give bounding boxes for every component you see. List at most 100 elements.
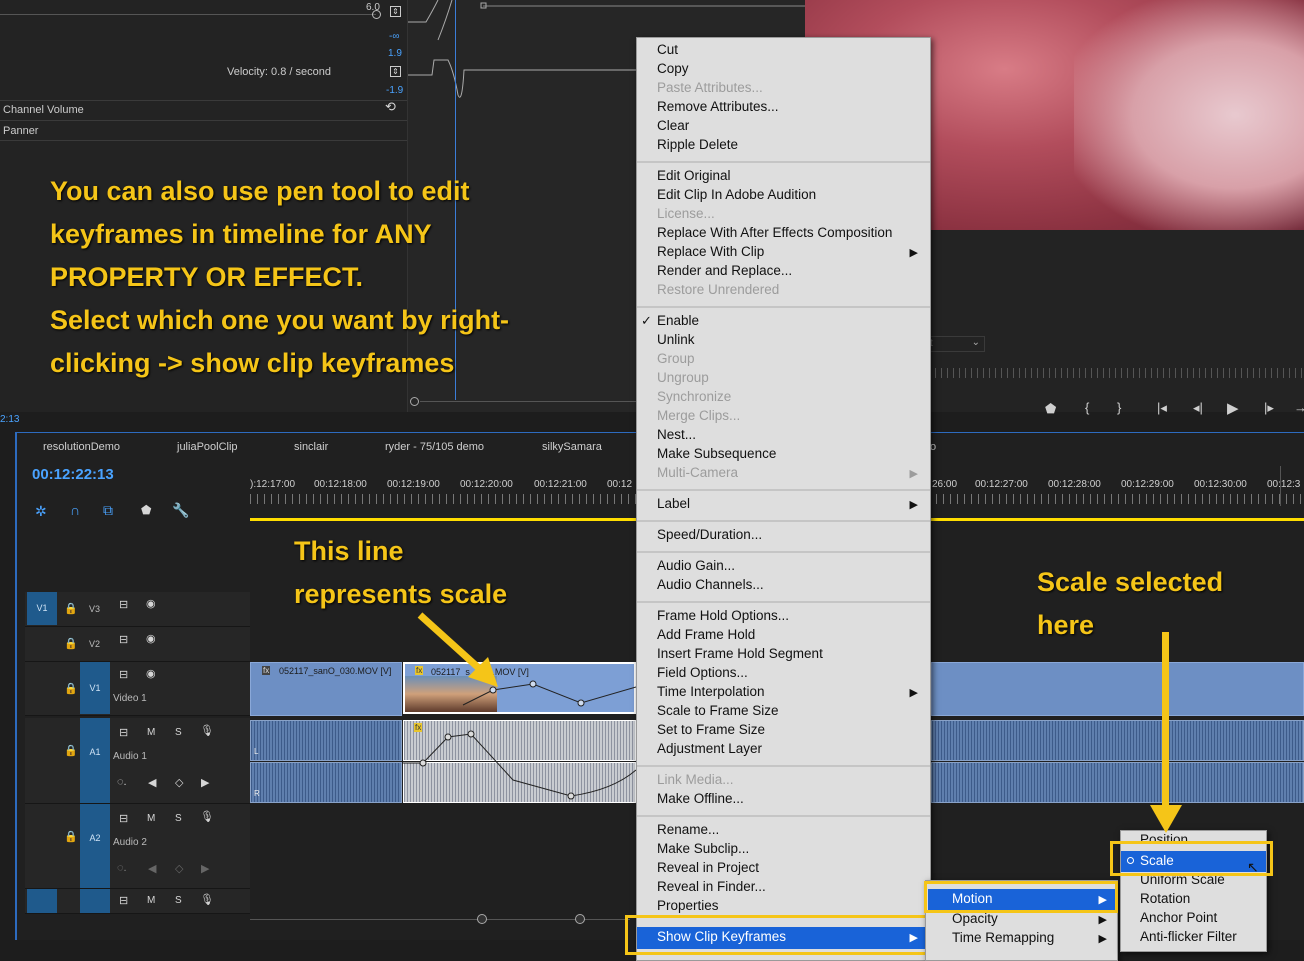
lock-icon[interactable]: 🔒 <box>64 830 78 843</box>
marker-icon[interactable]: ⬟ <box>1045 401 1056 417</box>
menu-item-field-options[interactable]: Field Options... <box>657 665 748 680</box>
eye-icon[interactable]: ◉ <box>146 667 156 680</box>
timeline-scrollbar[interactable] <box>250 919 630 920</box>
tab-resolution-demo[interactable]: resolutionDemo <box>43 441 120 453</box>
toggle-sync-lock-icon[interactable]: ⊟ <box>119 894 128 907</box>
submenu-item-rotation[interactable]: Rotation <box>1140 891 1190 906</box>
submenu-item-anti-flicker[interactable]: Anti-flicker Filter <box>1140 929 1237 944</box>
prev-keyframe-icon[interactable]: ◀ <box>148 862 156 875</box>
menu-item-rename[interactable]: Rename... <box>657 822 719 837</box>
menu-item-clear[interactable]: Clear <box>657 118 689 133</box>
audio-clip-3-left[interactable] <box>931 720 1304 761</box>
video-clip-3[interactable] <box>931 662 1304 716</box>
menu-item-add-frame-hold[interactable]: Add Frame Hold <box>657 627 755 642</box>
menu-item-frame-hold-options[interactable]: Frame Hold Options... <box>657 608 789 623</box>
add-keyframe-icon[interactable]: ◇ <box>175 776 183 789</box>
menu-item-audio-channels[interactable]: Audio Channels... <box>657 577 764 592</box>
lock-icon[interactable]: 🔒 <box>64 602 78 615</box>
audio-clip-1-left[interactable]: L <box>250 720 402 761</box>
value-slider-track[interactable] <box>0 14 376 15</box>
menu-item-synchronize[interactable]: Synchronize <box>657 389 731 404</box>
play-icon[interactable]: ▶ <box>1227 399 1239 417</box>
next-keyframe-icon[interactable]: ▶ <box>201 862 209 875</box>
menu-item-paste-attributes[interactable]: Paste Attributes... <box>657 80 763 95</box>
menu-item-scale-to-frame[interactable]: Scale to Frame Size <box>657 703 779 718</box>
go-to-out-icon[interactable]: → <box>1294 400 1304 415</box>
menu-item-copy[interactable]: Copy <box>657 61 689 76</box>
menu-item-adjustment-layer[interactable]: Adjustment Layer <box>657 741 762 756</box>
track-target-a1[interactable]: A1 <box>80 718 110 803</box>
next-keyframe-icon[interactable]: ▶ <box>201 776 209 789</box>
magnet-icon[interactable]: ∩ <box>70 502 80 518</box>
audio-clip-1-right[interactable]: R <box>250 762 402 803</box>
tab-sinclair[interactable]: sinclair <box>294 441 328 453</box>
menu-item-enable[interactable]: Enable <box>657 313 699 328</box>
tab-ryder-demo[interactable]: ryder - 75/105 demo <box>385 441 484 453</box>
menu-item-reveal-in-project[interactable]: Reveal in Project <box>657 860 759 875</box>
submenu-item-opacity[interactable]: Opacity <box>952 911 998 926</box>
mute-button[interactable]: M <box>147 727 155 738</box>
add-marker-icon[interactable]: ⬟ <box>141 503 151 517</box>
toggle-sync-lock-icon[interactable]: ⊟ <box>119 726 128 739</box>
reset-icon[interactable]: ⟲ <box>385 99 396 115</box>
add-keyframe-icon[interactable]: ◇ <box>175 862 183 875</box>
microphone-icon[interactable]: 🎙 <box>200 893 214 906</box>
graph-scroll-handle[interactable] <box>410 397 419 406</box>
menu-item-audio-gain[interactable]: Audio Gain... <box>657 558 735 573</box>
mute-button[interactable]: M <box>147 895 155 906</box>
tab-julia-pool-clip[interactable]: juliaPoolClip <box>177 441 238 453</box>
menu-item-link-media[interactable]: Link Media... <box>657 772 734 787</box>
menu-item-properties[interactable]: Properties <box>657 898 719 913</box>
solo-button[interactable]: S <box>175 895 182 906</box>
menu-item-restore-unrendered[interactable]: Restore Unrendered <box>657 282 779 297</box>
menu-item-remove-attributes[interactable]: Remove Attributes... <box>657 99 779 114</box>
menu-item-render-and-replace[interactable]: Render and Replace... <box>657 263 792 278</box>
lock-icon[interactable]: 🔒 <box>64 744 78 757</box>
microphone-icon[interactable]: 🎙 <box>200 724 214 737</box>
menu-item-reveal-in-finder[interactable]: Reveal in Finder... <box>657 879 766 894</box>
menu-item-group[interactable]: Group <box>657 351 695 366</box>
mute-button[interactable]: M <box>147 813 155 824</box>
keyframe-nav-icon[interactable]: ⇕ <box>390 6 401 17</box>
linked-selection-icon[interactable]: ⧉ <box>103 502 113 519</box>
source-patch-v1[interactable]: V1 <box>27 592 57 625</box>
menu-item-cut[interactable]: Cut <box>657 42 678 57</box>
submenu-item-time-remapping[interactable]: Time Remapping <box>952 930 1054 945</box>
menu-item-ripple-delete[interactable]: Ripple Delete <box>657 137 738 152</box>
solo-button[interactable]: S <box>175 727 182 738</box>
playhead-marker[interactable] <box>1280 466 1281 506</box>
eye-icon[interactable]: ◉ <box>146 597 156 610</box>
prev-keyframe-icon[interactable]: ◀ <box>148 776 156 789</box>
toggle-sync-lock-icon[interactable]: ⊟ <box>119 812 128 825</box>
snap-icon[interactable]: ✲ <box>35 503 47 520</box>
keyframe-toggle-icon[interactable]: ◌. <box>117 862 127 874</box>
menu-item-edit-in-audition[interactable]: Edit Clip In Adobe Audition <box>657 187 816 202</box>
microphone-icon[interactable]: 🎙 <box>200 810 214 823</box>
mark-out-icon[interactable]: } <box>1117 400 1121 415</box>
menu-item-nest[interactable]: Nest... <box>657 427 696 442</box>
toggle-sync-lock-icon[interactable]: ⊟ <box>119 668 128 681</box>
keyframe-toggle-icon[interactable]: ◌. <box>117 776 127 788</box>
menu-item-set-to-frame[interactable]: Set to Frame Size <box>657 722 765 737</box>
menu-item-label[interactable]: Label <box>657 496 690 511</box>
toggle-sync-lock-icon[interactable]: ⊟ <box>119 633 128 646</box>
track-target-v1[interactable]: V1 <box>80 662 110 714</box>
menu-item-make-subsequence[interactable]: Make Subsequence <box>657 446 776 461</box>
audio-keyframe-line[interactable] <box>403 720 636 803</box>
go-to-in-icon[interactable]: |◂ <box>1157 400 1167 416</box>
menu-item-make-subclip[interactable]: Make Subclip... <box>657 841 749 856</box>
menu-item-license[interactable]: License... <box>657 206 715 221</box>
solo-button[interactable]: S <box>175 813 182 824</box>
track-target-a3-dest[interactable] <box>80 889 110 913</box>
scroll-handle-left[interactable] <box>477 914 487 924</box>
eye-icon[interactable]: ◉ <box>146 632 156 645</box>
menu-item-multi-camera[interactable]: Multi-Camera <box>657 465 738 480</box>
submenu-item-anchor-point[interactable]: Anchor Point <box>1140 910 1217 925</box>
tab-silky-samara[interactable]: silkySamara <box>542 441 602 453</box>
menu-item-unlink[interactable]: Unlink <box>657 332 695 347</box>
step-back-icon[interactable]: ◂| <box>1193 400 1203 416</box>
timeline-timecode[interactable]: 00:12:22:13 <box>32 466 114 483</box>
menu-item-make-offline[interactable]: Make Offline... <box>657 791 744 806</box>
menu-item-time-interpolation[interactable]: Time Interpolation <box>657 684 765 699</box>
menu-item-merge-clips[interactable]: Merge Clips... <box>657 408 740 423</box>
